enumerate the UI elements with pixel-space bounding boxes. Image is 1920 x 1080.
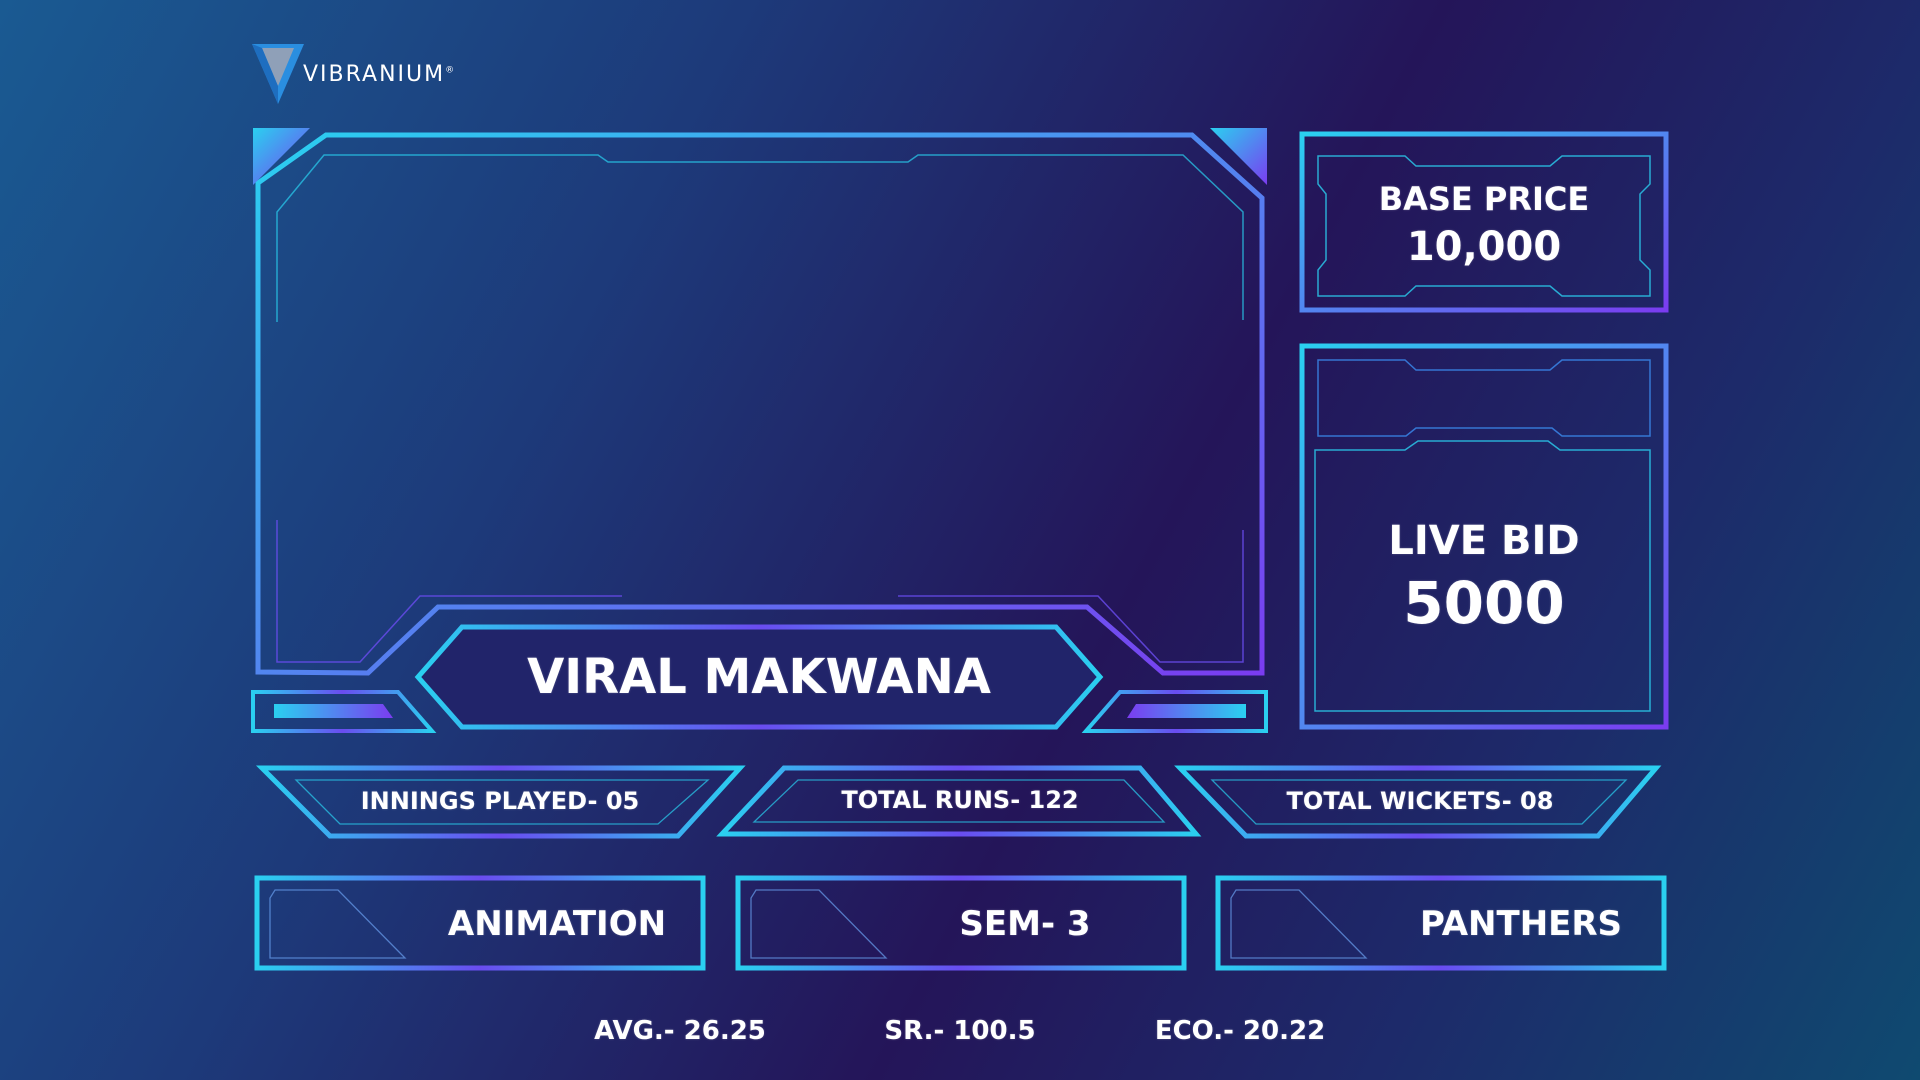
live-bid-label: LIVE BID [1388,518,1580,564]
tag-department: ANIMATION [447,904,667,944]
brand-wordmark: VIBRANIUM® [303,62,457,87]
stat-total-runs: TOTAL RUNS- 122 [841,786,1079,814]
live-bid-value: 5000 [1403,569,1565,637]
tag-semester: SEM- 3 [959,904,1091,944]
footer-economy: ECO.- 20.22 [1154,1016,1326,1046]
player-name: VIRAL MAKWANA [527,649,991,705]
vibranium-logo-icon [252,44,304,104]
footer-strike-rate: SR.- 100.5 [884,1016,1036,1046]
video-frame-outline [255,132,1265,676]
footer-average: AVG.- 26.25 [594,1016,766,1046]
tag-team: PANTHERS [1419,904,1623,944]
stat-total-wickets: TOTAL WICKETS- 08 [1286,787,1554,815]
base-price-value: 10,000 [1406,224,1562,270]
stat-innings-played: INNINGS PLAYED- 05 [360,787,640,815]
base-price-label: BASE PRICE [1378,180,1590,218]
